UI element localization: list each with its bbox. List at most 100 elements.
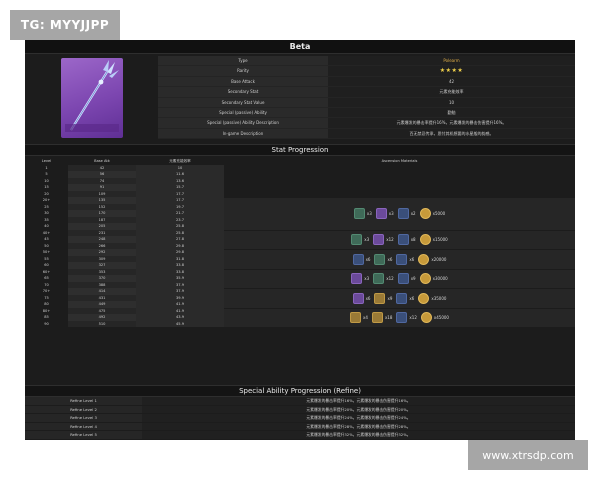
mora-coin-icon — [420, 312, 432, 324]
blue-fragment-icon — [396, 312, 408, 324]
material-item: x12 — [396, 312, 417, 324]
info-row-ingame-description: In-game Description 百无禁忌传承，思忖其机想要的水星般的韵感… — [158, 128, 575, 140]
material-item: x6 — [396, 292, 414, 304]
blue-fragment-icon — [397, 234, 409, 246]
info-value: 42 — [328, 76, 575, 87]
info-value: ★★★★ — [328, 66, 575, 76]
info-row-special-ability-description: Special (passive) Ability Description 元素… — [158, 118, 575, 129]
material-quantity: x12 — [409, 315, 417, 321]
mora-item: x15000 — [419, 234, 448, 246]
material-item: x3 — [375, 208, 394, 220]
mora-quantity: x30000 — [432, 276, 448, 282]
material-quantity: x4 — [363, 315, 368, 321]
green-gem-icon — [353, 208, 365, 220]
blue-fragment-icon — [396, 292, 408, 304]
material-quantity: x6 — [365, 256, 371, 262]
material-item: x3 — [353, 208, 372, 220]
refine-row: Refine Level 2 元素爆发的暴击率提升20%，元素爆发的暴击伤害提升2… — [25, 405, 575, 414]
ascension-block: x3 x12 x9 x30000 — [224, 268, 575, 288]
green-gem-icon — [351, 234, 363, 246]
info-value: 百无禁忌传承，思忖其机想要的水星般的韵感。 — [328, 128, 575, 139]
info-key: Secondary Stat — [158, 87, 328, 97]
orange-mask-icon — [374, 292, 386, 304]
refine-text: 元素爆发的暴击率提升24%，元素爆发的暴击伤害提升24%。 — [142, 414, 575, 422]
material-quantity: x3 — [388, 211, 394, 217]
material-item: x9 — [397, 273, 416, 285]
info-value: 10 — [328, 97, 575, 107]
info-key: In-game Description — [158, 128, 328, 139]
stat-progression-heading: Stat Progression — [25, 144, 575, 156]
material-quantity: x9 — [387, 295, 393, 301]
mora-quantity: x20000 — [431, 256, 447, 262]
mora-quantity: x45000 — [433, 315, 449, 321]
material-quantity: x18 — [384, 315, 393, 321]
material-item: x6 — [352, 292, 370, 304]
info-value: 元素爆发的暴击率提升16%，元素爆发的暴击伤害提升16%。 — [328, 118, 575, 128]
refine-level: Refine Level 5 — [25, 431, 142, 439]
mora-quantity: x15000 — [432, 237, 448, 243]
info-row-secondary-stat-value: Secondary Stat Value 10 — [158, 97, 575, 108]
refine-level: Refine Level 4 — [25, 422, 142, 430]
refine-table: Refine Level 1 元素爆发的暴击率提升16%，元素爆发的暴击伤害提升1… — [25, 397, 575, 440]
orange-gem-icon — [350, 312, 362, 324]
mora-coin-icon — [419, 273, 431, 285]
material-item: x18 — [371, 312, 393, 324]
mora-coin-icon — [419, 208, 431, 220]
material-quantity: x2 — [410, 211, 416, 217]
weapon-info-table: Type Polearm Rarity ★★★★ Base Attack 42 … — [158, 56, 575, 140]
purple-gem-icon — [352, 292, 364, 304]
mora-coin-icon — [418, 253, 430, 265]
info-row-base-attack: Base Attack 42 — [158, 76, 575, 88]
green-mask-icon — [373, 273, 385, 285]
refine-text: 元素爆发的暴击率提升32%，元素爆发的暴击伤害提升32%。 — [142, 431, 575, 439]
refine-row: Refine Level 4 元素爆发的暴击率提升28%，元素爆发的暴击伤害提升2… — [25, 422, 575, 431]
material-item: x8 — [397, 234, 416, 246]
refine-text: 元素爆发的暴击率提升20%，元素爆发的暴击伤害提升20%。 — [142, 405, 575, 413]
info-row-type: Type Polearm — [158, 56, 575, 67]
ascension-block: x3 x12 x8 x15000 — [224, 229, 575, 249]
ascension-block: x6 x9 x6 x35000 — [224, 288, 575, 308]
weapon-panel: Beta Type Polearm Rarity ★★★★ Base Attac… — [25, 40, 575, 440]
material-quantity: x6 — [409, 256, 415, 262]
blue-fragment-icon — [397, 208, 409, 220]
refine-row: Refine Level 1 元素爆发的暴击率提升16%，元素爆发的暴击伤害提升1… — [25, 397, 575, 406]
blue-gem-icon — [352, 253, 364, 265]
mora-coin-icon — [418, 292, 430, 304]
refine-row: Refine Level 5 元素爆发的暴击率提升32%，元素爆发的暴击伤害提升3… — [25, 431, 575, 440]
info-value: Polearm — [328, 56, 575, 66]
material-item: x2 — [397, 208, 416, 220]
watermark-bottom: www.xtrsdp.com — [468, 440, 588, 470]
info-row-special-ability: Special (passive) Ability 勤勉 — [158, 107, 575, 119]
watermark-top: TG: MYYJJPP — [10, 10, 120, 40]
info-row-rarity: Rarity ★★★★ — [158, 66, 575, 77]
ascension-block: x4 x18 x12 x45000 — [224, 307, 575, 327]
material-item: x6 — [396, 253, 415, 265]
info-row-secondary-stat: Secondary Stat 元素充能效率 — [158, 87, 575, 98]
page-title: Beta — [25, 40, 575, 54]
polearm-icon — [65, 60, 119, 132]
material-item: x6 — [374, 253, 392, 265]
ascension-block: x6 x6 x6 x20000 — [224, 249, 575, 269]
blue-fragment-icon — [396, 253, 408, 265]
info-key: Secondary Stat Value — [158, 97, 328, 107]
column-header-ascension: Ascension Materials — [381, 159, 418, 163]
cell-base-atk: 510 — [68, 320, 136, 327]
mora-coin-icon — [419, 234, 431, 246]
refine-level: Refine Level 3 — [25, 414, 142, 422]
info-value: 勤勉 — [328, 107, 575, 118]
rarity-stars: ★★★★ — [439, 67, 464, 75]
purple-mask-icon — [375, 208, 387, 220]
info-key: Rarity — [158, 66, 328, 76]
material-item: x12 — [373, 234, 394, 246]
mora-item: x45000 — [420, 312, 449, 324]
cell-level: 90 — [44, 321, 49, 326]
material-item: x12 — [373, 273, 394, 285]
material-quantity: x3 — [364, 237, 370, 243]
mora-item: x30000 — [419, 273, 448, 285]
mora-item: x20000 — [418, 253, 447, 265]
material-quantity: x12 — [386, 237, 394, 243]
mora-quantity: x5000 — [432, 211, 446, 217]
refine-text: 元素爆发的暴击率提升16%，元素爆发的暴击伤害提升16%。 — [142, 397, 575, 405]
material-quantity: x9 — [410, 276, 416, 282]
ascension-materials-column: Ascension Materials x3 x3 x2 x5000 x3 x12 x8 x1… — [224, 158, 575, 327]
